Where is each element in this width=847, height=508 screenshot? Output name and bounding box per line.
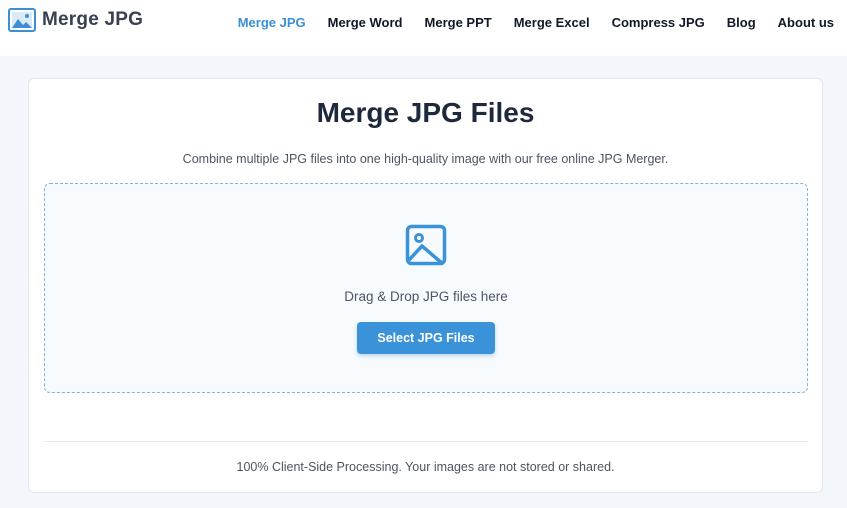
nav-compress-jpg[interactable]: Compress JPG	[612, 15, 705, 31]
image-icon	[405, 224, 447, 266]
nav-blog[interactable]: Blog	[727, 15, 756, 31]
nav-merge-jpg[interactable]: Merge JPG	[238, 15, 306, 31]
brand-name: Merge JPG	[42, 9, 144, 30]
page-subtitle: Combine multiple JPG files into one high…	[182, 152, 669, 166]
top-navigation-bar: Merge JPG Merge JPG Merge Word Merge PPT…	[0, 0, 847, 56]
merge-tool-card: Merge JPG Files Combine multiple JPG fil…	[28, 78, 823, 493]
brand-link[interactable]: Merge JPG	[8, 8, 143, 32]
page-title: Merge JPG Files	[316, 97, 535, 128]
divider	[44, 441, 808, 442]
nav-merge-excel[interactable]: Merge Excel	[514, 15, 590, 31]
main-nav: Merge JPG Merge Word Merge PPT Merge Exc…	[216, 15, 834, 31]
nav-merge-word[interactable]: Merge Word	[328, 15, 403, 31]
dropzone-text: Drag & Drop JPG files here	[344, 289, 508, 304]
privacy-note: 100% Client-Side Processing. Your images…	[236, 460, 615, 474]
nav-about-us[interactable]: About us	[778, 15, 834, 31]
nav-merge-ppt[interactable]: Merge PPT	[425, 15, 492, 31]
image-gallery-icon	[8, 8, 36, 32]
select-jpg-files-button[interactable]: Select JPG Files	[357, 322, 495, 354]
file-dropzone[interactable]: Drag & Drop JPG files here Select JPG Fi…	[44, 183, 808, 393]
